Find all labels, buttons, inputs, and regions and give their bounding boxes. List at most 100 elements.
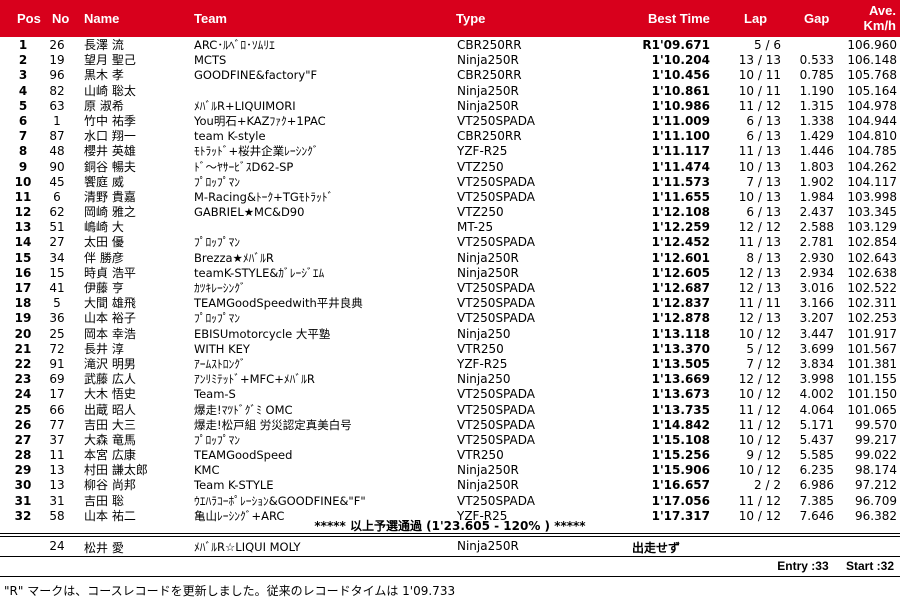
table-row: 26 77 吉田 大三 爆走!松戸組 労災認定真美白号 VT250SPADA 1'14.8… (0, 418, 900, 433)
cell-ave: 101.065 (847, 402, 897, 417)
cell-gap: 5.437 (799, 432, 834, 447)
header-name: Name (84, 11, 120, 26)
dns-row: 24 松井 愛 ﾒﾊﾞﾙR☆LIQUI MOLY Ninja250R 出走せず (0, 539, 900, 555)
cell-lap: 7 / 13 (746, 174, 781, 189)
cell-no: 72 (49, 341, 65, 356)
table-row: 15 34 伴 勝彦 Brezza★ﾒﾊﾞﾙR Ninja250R 1'12.601 8 /… (0, 251, 900, 266)
header-best-time: Best Time (648, 11, 710, 26)
cell-best: 1'12.108 (651, 205, 710, 220)
cell-no: 87 (49, 129, 65, 144)
divider-top-2 (0, 536, 900, 537)
table-row: 9 90 銅谷 暢夫 ﾄﾞ～ﾔｻｰﾋﾞｽD62-SP VTZ250 1'11.474 10 … (0, 160, 900, 175)
cell-team: TEAMGoodSpeed (194, 448, 293, 463)
cell-type: Ninja250R (457, 478, 519, 493)
cell-pos: 12 (14, 205, 32, 220)
cell-lap: 13 / 13 (738, 53, 781, 68)
cell-type: VTR250 (457, 448, 504, 463)
cell-gap: 2.588 (799, 220, 834, 235)
cell-type: VTZ250 (457, 159, 504, 174)
dns-type: Ninja250R (457, 539, 519, 553)
cell-type: YZF-R25 (457, 144, 508, 159)
cell-gap: 0.785 (799, 68, 834, 83)
cell-team: team K-style (194, 129, 266, 144)
cell-type: VT250SPADA (457, 189, 535, 204)
cell-no: 48 (49, 144, 65, 159)
cell-ave: 104.785 (847, 144, 897, 159)
table-row: 6 1 竹中 祐季 You明石+KAZﾌｧｸ+1PAC VT250SPADA 1'11.0… (0, 114, 900, 129)
cell-pos: 18 (14, 296, 32, 311)
table-row: 5 63 原 淑希 ﾒﾊﾞﾙR+LIQUIMORI Ninja250R 1'10.986 1… (0, 99, 900, 114)
cell-best: 1'12.601 (651, 250, 710, 265)
cell-best: 1'11.009 (651, 113, 710, 128)
cell-pos: 10 (14, 174, 32, 189)
cell-name: 清野 貴嘉 (84, 189, 136, 204)
cell-type: Ninja250 (457, 372, 511, 387)
header-ave: Ave. Km/h (850, 3, 897, 33)
cell-name: 岡本 幸浩 (84, 326, 136, 341)
cell-best: 1'14.842 (651, 417, 710, 432)
cell-best: 1'10.861 (651, 83, 710, 98)
cell-lap: 2 / 2 (754, 478, 781, 493)
cell-best: 1'10.986 (651, 98, 710, 113)
cell-pos: 13 (14, 220, 32, 235)
cell-team: EBISUmotorcycle 大平塾 (194, 326, 331, 341)
cell-name: 山本 裕子 (84, 311, 136, 326)
cell-pos: 20 (14, 326, 32, 341)
cell-name: 原 淑希 (84, 98, 124, 113)
cell-best: R1'09.671 (642, 38, 710, 52)
cell-team: ﾌﾟﾛｯﾌﾟﾏﾝ (194, 311, 240, 326)
cell-gap: 1.338 (799, 113, 834, 128)
cell-gap: 3.016 (799, 281, 834, 295)
cell-lap: 11 / 12 (738, 417, 781, 432)
cell-team: ｶﾂｷﾚｰｼﾝｸﾞ (194, 281, 246, 295)
cell-no: 13 (49, 478, 65, 493)
table-row: 2 19 望月 聖己 MCTS Ninja250R 1'10.204 13 / 13 0.53… (0, 53, 900, 68)
cell-name: 銅谷 暢夫 (84, 159, 136, 174)
cell-best: 1'12.837 (651, 296, 710, 311)
cell-name: 水口 翔一 (84, 129, 136, 144)
cell-pos: 2 (18, 53, 28, 68)
cell-pos: 15 (14, 250, 32, 265)
cell-best: 1'11.655 (651, 189, 710, 204)
table-row: 8 48 櫻井 英雄 ﾓﾄﾗｯﾄﾞ+桜井企業ﾚｰｼﾝｸﾞ YZF-R25 1'11.117… (0, 144, 900, 159)
cell-gap: 6.986 (799, 478, 834, 493)
cell-pos: 28 (14, 448, 32, 463)
cell-type: Ninja250R (457, 83, 519, 98)
cell-name: 大間 雄飛 (84, 296, 136, 311)
cell-lap: 12 / 12 (738, 372, 781, 387)
cell-lap: 10 / 12 (738, 326, 781, 341)
cell-team: ｳｴﾊﾗｺｰﾎﾟﾚｰｼｮﾝ&GOODFINE&"F" (194, 493, 366, 508)
cell-team: ﾌﾟﾛｯﾌﾟﾏﾝ (194, 432, 240, 447)
cell-lap: 10 / 13 (738, 189, 781, 204)
cell-lap: 10 / 12 (738, 432, 781, 447)
cell-ave: 106.960 (847, 38, 897, 52)
cell-gap: 3.166 (799, 296, 834, 311)
cell-best: 1'13.669 (651, 372, 710, 387)
cell-name: 岡崎 雅之 (84, 205, 136, 220)
cell-pos: 27 (14, 432, 32, 447)
cell-pos: 31 (14, 493, 32, 508)
cell-type: VTZ250 (457, 205, 504, 220)
cell-lap: 6 / 13 (746, 113, 781, 128)
cell-gap: 1.315 (799, 98, 834, 113)
table-row: 31 31 吉田 聡 ｳｴﾊﾗｺｰﾎﾟﾚｰｼｮﾝ&GOODFINE&"F" VT250S… (0, 494, 900, 509)
header-type: Type (456, 11, 486, 26)
cell-best: 1'11.100 (651, 129, 710, 144)
cell-team: M-Racing&ﾄｰｸ+TGﾓﾄﾗｯﾄﾞ (194, 189, 334, 204)
cell-ave: 102.643 (847, 250, 897, 265)
cell-pos: 23 (14, 372, 32, 387)
table-row: 7 87 水口 翔一 team K-style CBR250RR 1'11.100 6 / … (0, 129, 900, 144)
header-lap: Lap (744, 11, 768, 26)
entry-count: Entry :33 (777, 559, 829, 573)
cell-no: 26 (49, 38, 65, 52)
cell-gap: 1.902 (799, 174, 834, 189)
qualify-note: ***** 以上予選通過 (1'23.605 - 120% ) ***** (314, 519, 586, 533)
table-row: 19 36 山本 裕子 ﾌﾟﾛｯﾌﾟﾏﾝ VT250SPADA 1'12.878 12 / … (0, 311, 900, 326)
cell-no: 15 (49, 265, 65, 280)
cell-lap: 11 / 12 (738, 98, 781, 113)
cell-ave: 103.129 (847, 220, 897, 235)
cell-no: 34 (49, 250, 65, 265)
cell-team: teamK-STYLE&ｶﾞﾚｰｼﾞｴﾑ (194, 265, 325, 280)
cell-type: VT250SPADA (457, 281, 535, 295)
cell-no: 69 (49, 372, 65, 387)
